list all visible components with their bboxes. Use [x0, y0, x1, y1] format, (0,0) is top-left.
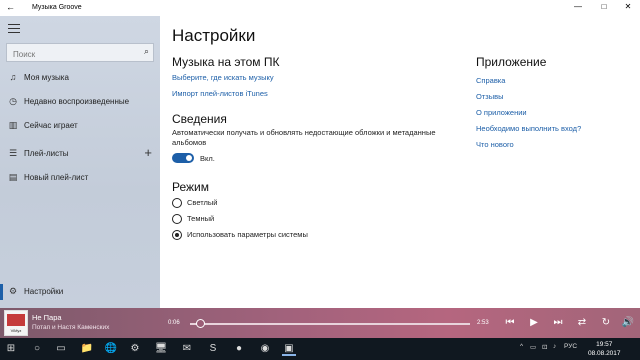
mode-dark-radio[interactable] — [172, 214, 182, 224]
mode-option-label: Темный — [187, 214, 215, 223]
about-link[interactable]: О приложении — [476, 108, 527, 117]
search-icon[interactable]: ⌕ — [144, 46, 149, 57]
page-title: Настройки — [172, 26, 256, 45]
window-title: Музыка Groove — [32, 4, 82, 11]
search-input[interactable] — [7, 46, 127, 63]
tray-chevron-icon[interactable]: ^ — [520, 343, 523, 350]
playlists-icon: ☰ — [8, 148, 18, 158]
now-playing-icon: ▥ — [8, 120, 18, 130]
taskbar: ⊞ ○ ▭ 📁 🌐 ⚙ 🖥 ✉ S ● ◉ ▣ ^ ▭ ⊡ ♪ РУС 19:5… — [0, 338, 640, 360]
music-note-icon: ♫ — [9, 72, 17, 82]
track-title[interactable]: Не Пара — [32, 313, 62, 322]
previous-icon[interactable]: ⏮ — [503, 316, 517, 330]
app-icon[interactable]: S — [206, 342, 220, 356]
windows-start-icon[interactable]: ⊞ — [4, 342, 18, 356]
sidebar-item-label: Сейчас играет — [24, 121, 78, 130]
sidebar-item-settings[interactable]: ⚙ Настройки — [0, 282, 160, 302]
tray-battery-icon[interactable]: ▭ — [530, 343, 536, 351]
minimize-button[interactable]: — — [568, 2, 588, 11]
sidebar-item-recent[interactable]: ◷ Недавно воспроизведенные — [0, 92, 160, 112]
sidebar-item-label: Плей-листы — [24, 149, 69, 158]
hamburger-menu-icon[interactable] — [8, 24, 20, 33]
clock-date: 08.08.2017 — [588, 350, 621, 357]
whats-new-link[interactable]: Что нового — [476, 140, 514, 149]
mode-section-heading: Режим — [172, 180, 209, 194]
selection-indicator — [0, 284, 3, 300]
maximize-button[interactable]: □ — [594, 2, 614, 11]
seek-bar[interactable] — [190, 323, 470, 325]
repeat-icon[interactable]: ↻ — [599, 316, 613, 330]
play-icon[interactable]: ▶ — [527, 316, 541, 330]
app-icon[interactable]: ◉ — [258, 342, 272, 356]
settings-page: Настройки Музыка на этом ПК Выберите, гд… — [160, 16, 640, 308]
sidebar-item-label: Недавно воспроизведенные — [24, 97, 130, 106]
settings-app-icon[interactable]: ⚙ — [128, 342, 142, 356]
help-link[interactable]: Справка — [476, 76, 505, 85]
current-time: 0:06 — [168, 320, 180, 326]
sidebar-item-label: Настройки — [24, 287, 64, 296]
tray-volume-icon[interactable]: ♪ — [553, 343, 556, 350]
sidebar-item-label: Моя музыка — [24, 73, 69, 82]
sign-in-link[interactable]: Необходимо выполнить вход? — [476, 124, 581, 133]
next-icon[interactable]: ⏭ — [551, 316, 565, 330]
metadata-toggle[interactable] — [172, 153, 194, 163]
file-explorer-icon[interactable]: 📁 — [80, 342, 94, 356]
browser-icon[interactable]: 🌐 — [104, 342, 118, 356]
choose-music-location-link[interactable]: Выберите, где искать музыку — [172, 73, 274, 82]
taskbar-clock[interactable]: 19:57 08.08.2017 — [588, 340, 621, 358]
music-section-heading: Музыка на этом ПК — [172, 55, 280, 69]
recent-icon: ◷ — [9, 96, 17, 106]
title-bar: ← Музыка Groove — □ ✕ — [0, 0, 640, 16]
mode-light-radio[interactable] — [172, 198, 182, 208]
sidebar-item-playlists[interactable]: ☰ Плей-листы + — [0, 144, 160, 164]
mail-app-icon[interactable]: ✉ — [180, 342, 194, 356]
metadata-description: Автоматически получать и обновлять недос… — [172, 128, 436, 147]
shuffle-icon[interactable]: ⇄ — [575, 316, 589, 330]
volume-icon[interactable]: 🔊 — [621, 316, 635, 330]
desktop-app-icon[interactable]: 🖥 — [154, 342, 168, 356]
language-indicator[interactable]: РУС — [564, 343, 577, 350]
app-section-heading: Приложение — [476, 55, 547, 69]
sidebar-item-now-playing[interactable]: ▥ Сейчас играет — [0, 116, 160, 136]
import-itunes-link[interactable]: Импорт плей-листов iTunes — [172, 89, 268, 98]
player-bar: ViMyz Не Пара Потап и Настя Каменских 0:… — [0, 308, 640, 338]
toggle-label: Вкл. — [200, 154, 215, 163]
skype-icon[interactable]: ● — [232, 342, 246, 356]
cover-caption: ViMyz — [10, 328, 22, 333]
groove-music-taskbar-icon[interactable]: ▣ — [282, 342, 296, 356]
info-section-heading: Сведения — [172, 112, 227, 126]
close-button[interactable]: ✕ — [618, 2, 638, 11]
track-artist[interactable]: Потап и Настя Каменских — [32, 324, 109, 331]
cover-art — [7, 314, 25, 326]
sidebar-item-my-music[interactable]: ♫ Моя музыка — [0, 68, 160, 88]
search-circle-icon[interactable]: ○ — [30, 342, 44, 356]
mode-option-label: Использовать параметры системы — [187, 230, 308, 239]
album-cover[interactable]: ViMyz — [4, 310, 28, 336]
task-view-icon[interactable]: ▭ — [54, 342, 68, 356]
seek-thumb[interactable] — [196, 319, 205, 328]
gear-icon: ⚙ — [8, 286, 18, 296]
playlist-icon: ▤ — [8, 172, 18, 182]
add-playlist-icon[interactable]: + — [144, 145, 152, 160]
feedback-link[interactable]: Отзывы — [476, 92, 503, 101]
sidebar: ⌕ ♫ Моя музыка ◷ Недавно воспроизведенны… — [0, 16, 160, 308]
back-arrow-icon[interactable]: ← — [6, 2, 15, 12]
search-box: ⌕ — [6, 43, 154, 63]
sidebar-item-new-playlist[interactable]: ▤ Новый плей-лист — [0, 168, 160, 188]
sidebar-item-label: Новый плей-лист — [24, 173, 89, 182]
mode-option-label: Светлый — [187, 198, 218, 207]
clock-time: 19:57 — [596, 341, 613, 348]
track-duration: 2:53 — [477, 320, 489, 326]
tray-network-icon[interactable]: ⊡ — [542, 343, 547, 351]
mode-system-radio[interactable] — [172, 230, 182, 240]
groove-music-window: ← Музыка Groove — □ ✕ ⌕ ♫ Моя музыка ◷ Н… — [0, 0, 640, 338]
